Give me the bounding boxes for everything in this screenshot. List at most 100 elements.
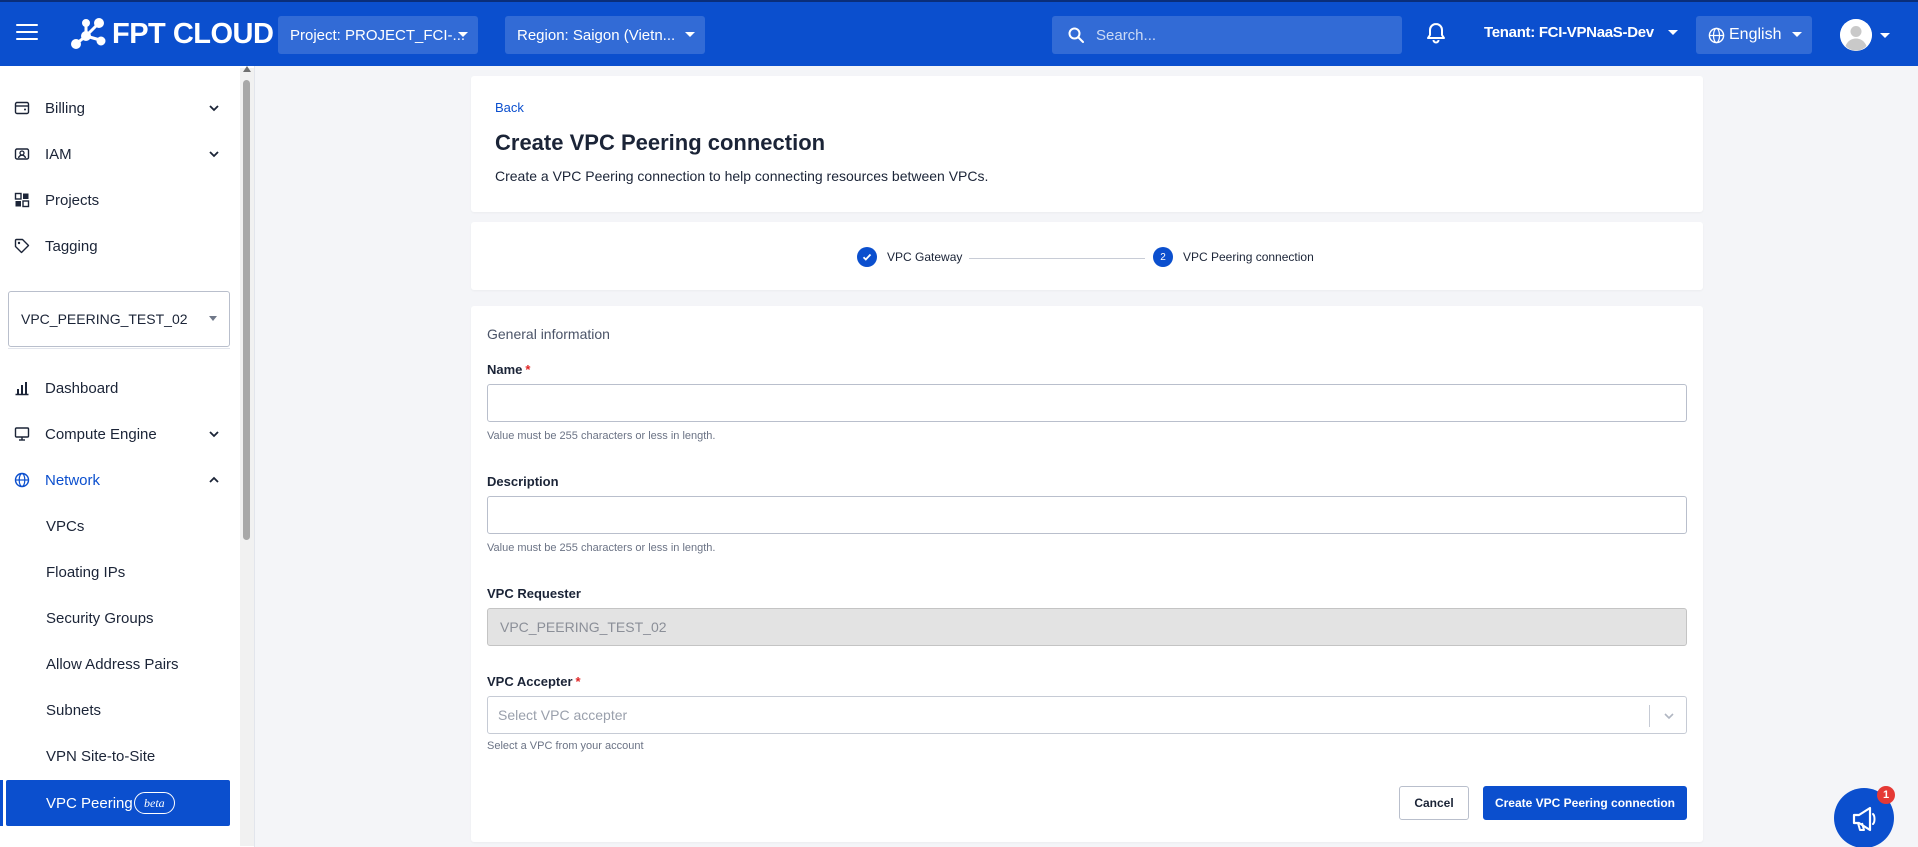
sidebar-item-iam[interactable]: IAM <box>0 134 232 174</box>
name-hint: Value must be 255 characters or less in … <box>487 430 716 442</box>
sidebar-item-vpcs[interactable]: VPCs <box>0 506 232 546</box>
caret-down-icon <box>209 316 217 321</box>
section-title: General information <box>487 326 610 342</box>
language-label: English <box>1729 26 1782 43</box>
sidebar-item-allow-address-pairs[interactable]: Allow Address Pairs <box>0 644 232 684</box>
select-separator <box>1649 705 1650 727</box>
step-label: VPC Gateway <box>887 250 963 264</box>
page-header-card: Back Create VPC Peering connection Creat… <box>471 76 1703 212</box>
name-field[interactable] <box>487 384 1687 422</box>
description-field[interactable] <box>487 496 1687 534</box>
sidebar-item-label: Security Groups <box>46 609 154 627</box>
sidebar-item-vpc-peering[interactable]: VPC Peering beta <box>6 780 230 826</box>
search-icon <box>1068 27 1084 43</box>
caret-down-icon <box>458 32 468 37</box>
project-selector[interactable]: Project: PROJECT_FCI-... <box>278 16 478 54</box>
sidebar-item-label: VPN Site-to-Site <box>46 747 156 765</box>
vpc-selector[interactable]: VPC_PEERING_TEST_02 <box>8 291 230 347</box>
caret-down-icon <box>1667 30 1678 35</box>
chevron-down-icon <box>209 431 219 438</box>
caret-down-icon[interactable] <box>1880 33 1890 38</box>
sidebar-item-compute-engine[interactable]: Compute Engine <box>0 414 232 454</box>
sidebar-item-projects[interactable]: Projects <box>0 180 232 220</box>
top-bar: FPT CLOUD Project: PROJECT_FCI-... Regio… <box>0 0 1918 66</box>
globe-icon <box>14 472 30 488</box>
network-nodes-icon <box>71 18 106 49</box>
projects-icon <box>14 192 30 208</box>
sidebar-item-label: Network <box>45 471 101 489</box>
vpc-accepter-label: VPC Accepter * <box>487 674 581 689</box>
sidebar-item-floating-ips[interactable]: Floating IPs <box>0 552 232 592</box>
menu-icon[interactable] <box>16 24 38 42</box>
general-information-form: General information Name * Value must be … <box>471 306 1703 842</box>
avatar[interactable] <box>1840 19 1872 51</box>
sidebar-item-label: VPC Peering <box>46 794 133 812</box>
vpc-selector-value: VPC_PEERING_TEST_02 <box>21 311 188 327</box>
vpc-requester-label: VPC Requester <box>487 586 581 601</box>
sidebar-item-label: IAM <box>45 145 72 163</box>
caret-down-icon <box>1792 32 1802 37</box>
language-selector[interactable]: English <box>1696 16 1812 54</box>
sidebar-item-label: Compute Engine <box>45 425 157 443</box>
sidebar: Billing IAM Projects Tagging VPC_PEERING… <box>0 66 255 847</box>
bar-chart-icon <box>15 382 29 396</box>
divider <box>8 348 230 349</box>
sidebar-item-label: Floating IPs <box>46 563 126 581</box>
vpc-accepter-label-text: VPC Accepter <box>487 674 573 689</box>
sidebar-item-subnets[interactable]: Subnets <box>0 690 232 730</box>
required-marker: * <box>525 362 531 377</box>
search-box <box>1052 16 1402 54</box>
name-label: Name * <box>487 362 530 377</box>
sidebar-item-tagging[interactable]: Tagging <box>0 226 232 266</box>
vpc-accepter-select[interactable]: Select VPC accepter <box>487 696 1687 734</box>
description-hint: Value must be 255 characters or less in … <box>487 542 716 554</box>
search-input[interactable] <box>1096 26 1386 44</box>
sidebar-item-billing[interactable]: Billing <box>0 88 232 128</box>
caret-down-icon <box>685 32 695 37</box>
brand-logo[interactable]: FPT CLOUD <box>70 16 274 52</box>
step-connector <box>969 258 1145 259</box>
sidebar-item-security-groups[interactable]: Security Groups <box>0 598 232 638</box>
notification-badge: 1 <box>1877 786 1895 804</box>
sidebar-item-label: Subnets <box>46 701 102 719</box>
sidebar-item-label: VPCs <box>46 517 85 535</box>
tag-icon <box>14 238 30 254</box>
step-label: VPC Peering connection <box>1183 250 1314 264</box>
sidebar-item-label: Billing <box>45 99 86 117</box>
sidebar-item-dashboard[interactable]: Dashboard <box>0 368 232 408</box>
sidebar-item-label: Tagging <box>45 237 98 255</box>
tenant-selector[interactable]: Tenant: FCI-VPNaaS-Dev <box>1484 24 1678 41</box>
sidebar-item-network[interactable]: Network <box>0 460 232 500</box>
page-description: Create a VPC Peering connection to help … <box>495 168 989 184</box>
sidebar-item-vpn-site-to-site[interactable]: VPN Site-to-Site <box>0 736 232 776</box>
sidebar-item-label: Dashboard <box>45 379 119 397</box>
step-number: 2 <box>1153 247 1173 267</box>
scroll-up-icon[interactable] <box>243 66 251 72</box>
vpc-requester-field <box>487 608 1687 646</box>
globe-icon <box>1708 27 1725 43</box>
back-link[interactable]: Back <box>495 100 524 115</box>
chevron-down-icon <box>209 151 219 158</box>
description-label: Description <box>487 474 559 489</box>
step-vpc-gateway: VPC Gateway <box>857 247 962 267</box>
chevron-up-icon <box>209 476 219 483</box>
beta-badge: beta <box>134 792 175 814</box>
check-icon <box>857 247 877 267</box>
required-marker: * <box>575 674 581 689</box>
bell-icon[interactable] <box>1426 22 1446 49</box>
project-selector-label: Project: PROJECT_FCI-... <box>290 26 466 44</box>
name-label-text: Name <box>487 362 523 377</box>
vpc-accepter-placeholder: Select VPC accepter <box>498 707 628 723</box>
sidebar-scroll-thumb[interactable] <box>243 80 250 540</box>
chevron-down-icon <box>209 105 219 112</box>
wallet-icon <box>14 101 30 115</box>
vpc-accepter-hint: Select a VPC from your account <box>487 740 644 752</box>
active-indicator <box>0 780 3 826</box>
monitor-icon <box>14 427 30 441</box>
cancel-button[interactable]: Cancel <box>1399 786 1469 820</box>
create-vpc-peering-button[interactable]: Create VPC Peering connection <box>1483 786 1687 820</box>
region-selector-label: Region: Saigon (Vietn... <box>517 26 676 44</box>
chevron-down-icon <box>1664 713 1674 720</box>
region-selector[interactable]: Region: Saigon (Vietn... <box>505 16 705 54</box>
page-title: Create VPC Peering connection <box>495 130 826 155</box>
